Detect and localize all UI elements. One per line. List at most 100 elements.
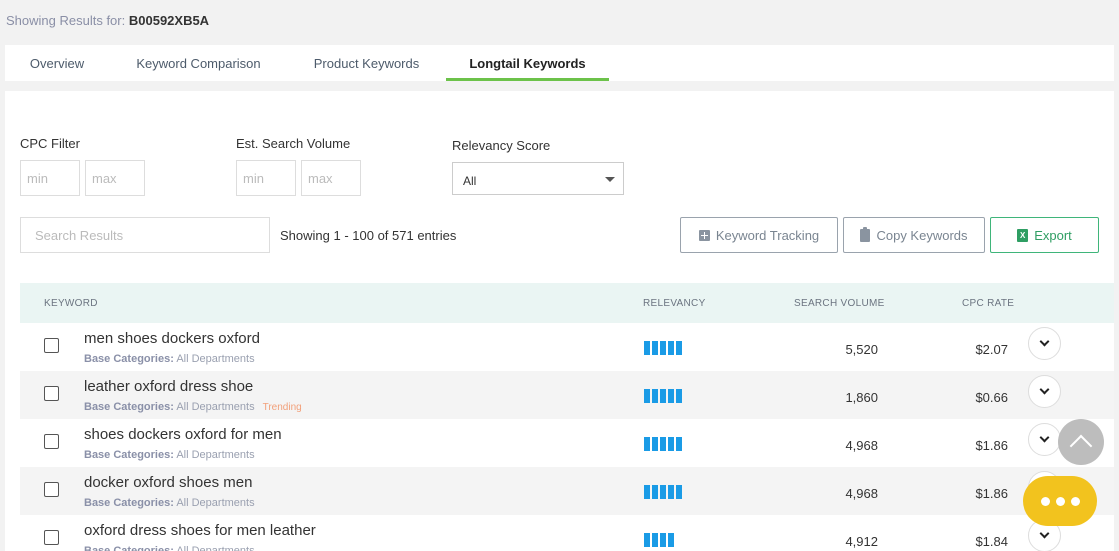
- header-cpc-rate[interactable]: CPC RATE: [962, 298, 1014, 309]
- relevancy-bars: [644, 389, 682, 403]
- keyword-tracking-button[interactable]: Keyword Tracking: [680, 217, 838, 253]
- cpc-rate-value: $2.07: [975, 342, 1008, 357]
- copy-keywords-button[interactable]: Copy Keywords: [843, 217, 985, 253]
- tab-keyword-comparison[interactable]: Keyword Comparison: [117, 45, 280, 81]
- keyword-text: men shoes dockers oxford: [84, 330, 260, 347]
- search-volume-value: 4,968: [845, 486, 878, 501]
- chevron-down-icon: [1039, 336, 1050, 347]
- base-categories: Base Categories: All Departments: [84, 497, 263, 509]
- search-input[interactable]: [20, 217, 270, 253]
- relevancy-bars: [644, 437, 682, 451]
- row-checkbox[interactable]: [44, 386, 59, 401]
- relevancy-bar: [668, 437, 674, 451]
- relevancy-bar: [652, 533, 658, 547]
- chevron-down-icon: [1039, 384, 1050, 395]
- clipboard-icon: [860, 226, 871, 242]
- relevancy-bar: [652, 389, 658, 403]
- relevancy-bar: [660, 533, 666, 547]
- keyword-tracking-label: Keyword Tracking: [715, 227, 820, 243]
- results-heading: Showing Results for: B00592XB5A: [6, 13, 209, 28]
- cpc-rate-value: $1.84: [975, 534, 1008, 549]
- tab-overview[interactable]: Overview: [5, 45, 109, 81]
- relevancy-bar: [660, 485, 666, 499]
- showing-label: Showing Results for:: [6, 13, 126, 28]
- tab-product-keywords[interactable]: Product Keywords: [295, 45, 438, 81]
- relevancy-bar: [676, 341, 682, 355]
- relevancy-bar: [660, 389, 666, 403]
- volume-max-input[interactable]: [301, 160, 361, 196]
- row-checkbox[interactable]: [44, 434, 59, 449]
- relevancy-bar: [652, 437, 658, 451]
- relevancy-bar: [652, 341, 658, 355]
- relevancy-bar: [660, 341, 666, 355]
- header-search-volume[interactable]: SEARCH VOLUME: [794, 298, 885, 309]
- chevron-down-icon: [1039, 528, 1050, 539]
- entries-count: Showing 1 - 100 of 571 entries: [280, 228, 457, 243]
- table-row: docker oxford shoes men Base Categories: …: [20, 467, 1114, 515]
- table-header: KEYWORD RELEVANCY SEARCH VOLUME CPC RATE: [20, 283, 1114, 323]
- relevancy-select[interactable]: All: [452, 162, 624, 195]
- volume-filter-label: Est. Search Volume: [236, 136, 351, 151]
- category-label: Base Categories:: [84, 449, 174, 461]
- tab-bar: Overview Keyword Comparison Product Keyw…: [5, 45, 1114, 81]
- category-value: All Departments: [176, 545, 255, 551]
- expand-row-button[interactable]: [1028, 375, 1061, 408]
- row-checkbox[interactable]: [44, 338, 59, 353]
- relevancy-bars: [644, 341, 682, 355]
- export-label: Export: [1034, 227, 1072, 243]
- keyword-text: shoes dockers oxford for men: [84, 426, 282, 443]
- relevancy-bar: [676, 389, 682, 403]
- base-categories: Base Categories: All Departments: [84, 449, 263, 461]
- results-panel: CPC Filter Est. Search Volume Relevancy …: [5, 91, 1114, 551]
- relevancy-bar: [644, 389, 650, 403]
- chat-dot-icon: [1055, 496, 1065, 506]
- cpc-rate-value: $1.86: [975, 438, 1008, 453]
- cpc-rate-value: $0.66: [975, 390, 1008, 405]
- chevron-down-icon: [1039, 432, 1050, 443]
- copy-keywords-label: Copy Keywords: [876, 227, 968, 243]
- category-value: All Departments: [176, 449, 255, 461]
- scroll-to-top-button[interactable]: [1058, 419, 1104, 465]
- keyword-text: oxford dress shoes for men leather: [84, 522, 316, 539]
- relevancy-bar: [676, 485, 682, 499]
- base-categories: Base Categories: All Departments: [84, 545, 263, 551]
- category-value: All Departments: [176, 401, 255, 413]
- cpc-rate-value: $1.86: [975, 486, 1008, 501]
- relevancy-bar: [644, 533, 650, 547]
- export-button[interactable]: X Export: [990, 217, 1099, 253]
- category-label: Base Categories:: [84, 497, 174, 509]
- table-row: oxford dress shoes for men leather Base C…: [20, 515, 1114, 551]
- relevancy-bar: [644, 341, 650, 355]
- header-keyword[interactable]: KEYWORD: [44, 298, 98, 309]
- relevancy-filter-label: Relevancy Score: [452, 138, 551, 153]
- chat-dot-icon: [1040, 496, 1050, 506]
- relevancy-bar: [652, 485, 658, 499]
- base-categories: Base Categories: All Departments Trending: [84, 401, 302, 413]
- relevancy-bar: [668, 341, 674, 355]
- search-volume-value: 4,912: [845, 534, 878, 549]
- relevancy-select-value: All: [463, 174, 477, 188]
- category-label: Base Categories:: [84, 545, 174, 551]
- keyword-text: leather oxford dress shoe: [84, 378, 254, 395]
- asin-value: B00592XB5A: [128, 13, 210, 28]
- expand-row-button[interactable]: [1028, 327, 1061, 360]
- excel-icon: X: [1017, 228, 1029, 242]
- relevancy-bar: [676, 437, 682, 451]
- caret-down-icon: [605, 177, 615, 182]
- cpc-max-input[interactable]: [85, 160, 145, 196]
- expand-row-button[interactable]: [1028, 423, 1061, 456]
- row-checkbox[interactable]: [44, 530, 59, 545]
- chat-button[interactable]: [1023, 476, 1097, 526]
- category-label: Base Categories:: [84, 353, 174, 365]
- tab-longtail-keywords[interactable]: Longtail Keywords: [446, 45, 609, 81]
- relevancy-bar: [644, 485, 650, 499]
- relevancy-bars: [644, 533, 674, 547]
- plus-square-icon: [698, 229, 710, 241]
- cpc-min-input[interactable]: [20, 160, 80, 196]
- chat-dot-icon: [1070, 496, 1080, 506]
- row-checkbox[interactable]: [44, 482, 59, 497]
- header-relevancy[interactable]: RELEVANCY: [643, 298, 706, 309]
- table-row: shoes dockers oxford for men Base Categor…: [20, 419, 1114, 467]
- table-row: leather oxford dress shoe Base Categories…: [20, 371, 1114, 419]
- volume-min-input[interactable]: [236, 160, 296, 196]
